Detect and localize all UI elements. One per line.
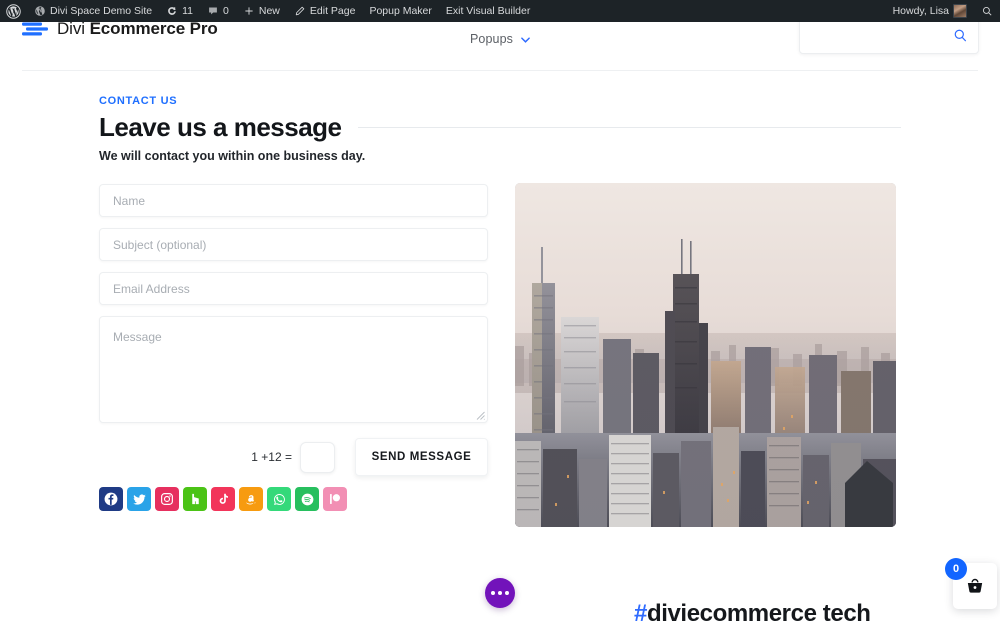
- header-divider: [22, 70, 978, 71]
- whatsapp-icon: [273, 493, 285, 505]
- social-instagram[interactable]: [155, 487, 179, 511]
- plus-icon: [245, 7, 253, 15]
- resize-handle-icon[interactable]: [476, 411, 485, 420]
- captcha-input[interactable]: [300, 441, 335, 473]
- hashtag-heading: #diviecommerce tech: [634, 600, 871, 628]
- section-subtitle: We will contact you within one business …: [99, 149, 366, 163]
- dot-2: [498, 591, 502, 595]
- admin-bar-site-label: Divi Space Demo Site: [50, 5, 153, 17]
- message-field[interactable]: Message: [99, 316, 488, 423]
- name-field[interactable]: Name: [99, 184, 488, 217]
- amazon-icon: [246, 495, 256, 505]
- email-field[interactable]: Email Address: [99, 272, 488, 305]
- search-icon[interactable]: [953, 28, 968, 43]
- patreon-icon: [330, 494, 341, 504]
- site-logo-link[interactable]: Divi Ecommerce Pro: [22, 19, 218, 39]
- cart-count-badge: 0: [945, 558, 967, 580]
- site-header: Divi Ecommerce Pro Popups: [0, 14, 1000, 71]
- city-skyline-illustration: [515, 183, 896, 527]
- admin-bar-new-content[interactable]: New: [236, 0, 287, 22]
- brand-text: Divi Ecommerce Pro: [57, 19, 218, 39]
- send-message-button[interactable]: SEND MESSAGE: [355, 438, 488, 476]
- edit-page-label: Edit Page: [309, 5, 356, 17]
- admin-bar-my-account[interactable]: Howdy, Lisa: [886, 0, 974, 22]
- admin-bar-edit-page[interactable]: Edit Page: [287, 0, 363, 22]
- page-title: Leave us a message: [99, 111, 342, 142]
- wp-admin-bar: Divi Space Demo Site 11 0 New Edit Page …: [0, 0, 1000, 22]
- wordpress-logo-icon: [6, 3, 21, 19]
- social-facebook[interactable]: [99, 487, 123, 511]
- comments-count: 0: [223, 5, 229, 17]
- popup-maker-label: Popup Maker: [369, 5, 432, 17]
- twitter-icon: [132, 493, 146, 505]
- subject-field-placeholder: Subject (optional): [113, 237, 207, 252]
- nav-item-popups[interactable]: Popups: [470, 32, 513, 46]
- dot-3: [505, 591, 509, 595]
- more-options-button[interactable]: [485, 578, 515, 608]
- social-tiktok[interactable]: [211, 487, 235, 511]
- social-follow-row: [99, 487, 347, 511]
- facebook-icon: [104, 492, 118, 506]
- pencil-icon: [295, 6, 305, 16]
- social-spotify[interactable]: [295, 487, 319, 511]
- section-eyebrow: CONTACT US: [99, 95, 178, 107]
- admin-bar-updates[interactable]: 11: [159, 0, 200, 22]
- email-field-placeholder: Email Address: [113, 281, 190, 296]
- contact-form: Name Subject (optional) Email Address Me…: [99, 184, 488, 423]
- instagram-icon: [161, 493, 173, 505]
- comments-icon: [209, 7, 217, 15]
- houzz-icon: [191, 493, 199, 505]
- city-skyline-photo: [515, 183, 896, 527]
- hashtag-symbol: #: [634, 600, 647, 627]
- admin-bar-comments[interactable]: 0: [200, 0, 236, 22]
- admin-bar-search[interactable]: [974, 0, 1000, 22]
- page-title-row: Leave us a message: [99, 110, 901, 144]
- social-houzz[interactable]: [183, 487, 207, 511]
- social-twitter[interactable]: [127, 487, 151, 511]
- captcha-question: 1 +12 =: [251, 450, 292, 464]
- form-submit-row: 1 +12 = SEND MESSAGE: [99, 437, 488, 477]
- primary-nav: Popups: [470, 32, 530, 46]
- howdy-label: Howdy, Lisa: [892, 5, 949, 17]
- dot-1: [491, 591, 495, 595]
- updates-icon: [168, 7, 177, 15]
- admin-bar-popup-maker[interactable]: Popup Maker: [362, 0, 438, 22]
- search-icon: [982, 6, 992, 16]
- spotify-icon: [301, 493, 313, 505]
- new-label: New: [258, 5, 280, 17]
- captcha-group: 1 +12 =: [251, 441, 335, 473]
- exit-builder-label: Exit Visual Builder: [445, 5, 531, 17]
- avatar: [953, 4, 967, 18]
- shopping-basket-icon: [967, 578, 983, 593]
- subject-field[interactable]: Subject (optional): [99, 228, 488, 261]
- message-field-placeholder: Message: [113, 330, 162, 344]
- divi-bars-logo-icon: [22, 22, 48, 36]
- name-field-placeholder: Name: [113, 193, 146, 208]
- admin-bar-wp-logo[interactable]: [0, 0, 27, 22]
- social-amazon[interactable]: [239, 487, 263, 511]
- hashtag-text: diviecommerce tech: [646, 600, 871, 627]
- social-whatsapp[interactable]: [267, 487, 291, 511]
- admin-bar-site-name[interactable]: Divi Space Demo Site: [27, 0, 159, 22]
- chevron-down-icon[interactable]: [521, 37, 530, 43]
- updates-count: 11: [182, 5, 194, 17]
- home-dashboard-icon: [35, 6, 45, 16]
- social-patreon[interactable]: [323, 487, 347, 511]
- admin-bar-exit-visual-builder[interactable]: Exit Visual Builder: [439, 0, 537, 22]
- tiktok-icon: [219, 493, 228, 504]
- title-rule: [357, 126, 901, 128]
